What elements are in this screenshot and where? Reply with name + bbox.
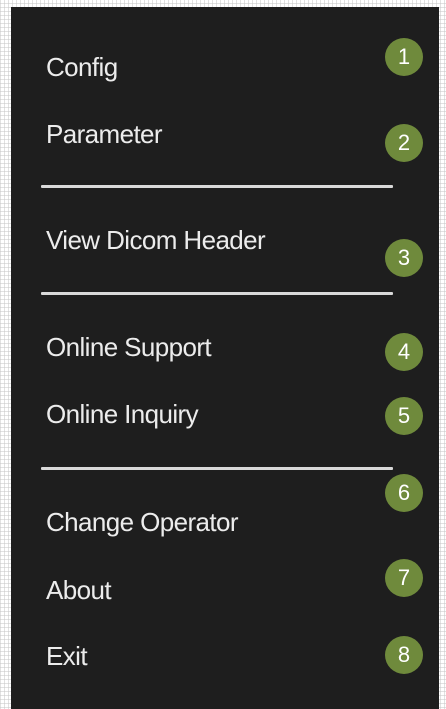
callout-badge-3: 3 (385, 239, 423, 277)
menu-item-exit[interactable]: Exit (46, 640, 88, 672)
menu-item-about[interactable]: About (46, 574, 112, 606)
callout-badge-7: 7 (385, 559, 423, 597)
menu-item-view-dicom-header[interactable]: View Dicom Header (46, 224, 266, 256)
menu-item-change-operator[interactable]: Change Operator (46, 506, 239, 538)
menu-separator (41, 185, 393, 188)
menu-item-config[interactable]: Config (46, 51, 118, 83)
menu-item-parameter[interactable]: Parameter (46, 118, 163, 150)
callout-badge-4: 4 (385, 333, 423, 371)
callout-badge-5: 5 (385, 397, 423, 435)
menu-separator (41, 467, 393, 470)
callout-badge-6: 6 (385, 474, 423, 512)
context-menu: Config Parameter View Dicom Header Onlin… (11, 7, 439, 709)
callout-badge-1: 1 (385, 38, 423, 76)
menu-item-online-inquiry[interactable]: Online Inquiry (46, 398, 199, 430)
callout-badge-2: 2 (385, 124, 423, 162)
callout-badge-8: 8 (385, 636, 423, 674)
menu-separator (41, 292, 393, 295)
menu-item-online-support[interactable]: Online Support (46, 331, 212, 363)
